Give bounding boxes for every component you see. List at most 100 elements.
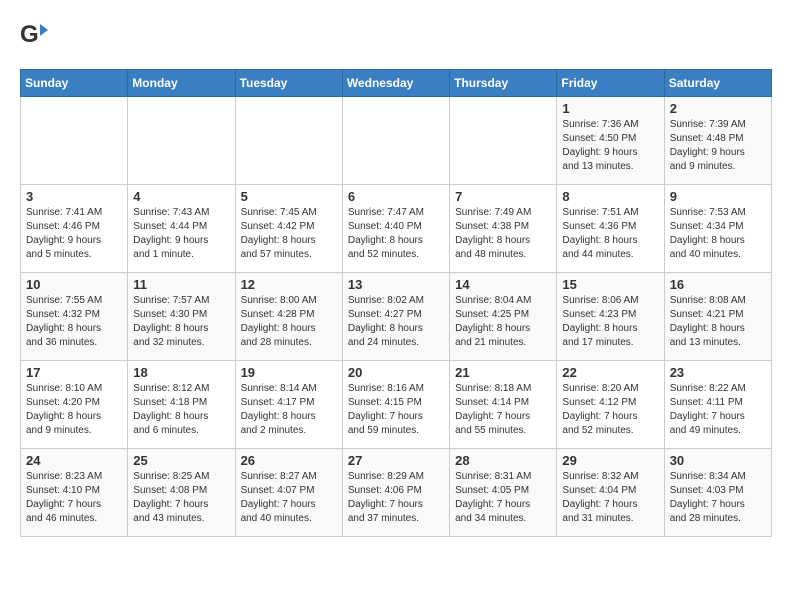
day-detail: Sunrise: 8:08 AMSunset: 4:21 PMDaylight:… xyxy=(670,294,766,350)
calendar-cell: 10 Sunrise: 7:55 AMSunset: 4:32 PMDayligh… xyxy=(21,273,128,361)
day-number: 8 xyxy=(562,189,658,204)
calendar-cell: 8 Sunrise: 7:51 AMSunset: 4:36 PMDaylight… xyxy=(557,185,664,273)
logo-icon: G xyxy=(20,20,48,53)
day-number: 28 xyxy=(455,453,551,468)
day-detail: Sunrise: 8:10 AMSunset: 4:20 PMDaylight:… xyxy=(26,382,122,438)
calendar-cell: 27 Sunrise: 8:29 AMSunset: 4:06 PMDayligh… xyxy=(342,449,449,537)
calendar-cell: 19 Sunrise: 8:14 AMSunset: 4:17 PMDayligh… xyxy=(235,361,342,449)
weekday-header-monday: Monday xyxy=(128,70,235,97)
day-number: 11 xyxy=(133,277,229,292)
calendar-cell: 22Sunrise: 8:20 AMSunset: 4:12 PMDayligh… xyxy=(557,361,664,449)
day-number: 30 xyxy=(670,453,766,468)
calendar-cell xyxy=(21,97,128,185)
day-detail: Sunrise: 8:12 AMSunset: 4:18 PMDaylight:… xyxy=(133,382,229,438)
day-detail: Sunrise: 8:18 AMSunset: 4:14 PMDaylight:… xyxy=(455,382,551,438)
day-number: 16 xyxy=(670,277,766,292)
weekday-header-wednesday: Wednesday xyxy=(342,70,449,97)
weekday-header-sunday: Sunday xyxy=(21,70,128,97)
calendar-cell: 24 Sunrise: 8:23 AMSunset: 4:10 PMDayligh… xyxy=(21,449,128,537)
calendar-cell: 29 Sunrise: 8:32 AMSunset: 4:04 PMDayligh… xyxy=(557,449,664,537)
calendar-cell: 2Sunrise: 7:39 AMSunset: 4:48 PMDaylight… xyxy=(664,97,771,185)
calendar-cell: 4 Sunrise: 7:43 AMSunset: 4:44 PMDaylight… xyxy=(128,185,235,273)
calendar-cell: 1 Sunrise: 7:36 AMSunset: 4:50 PMDaylight… xyxy=(557,97,664,185)
day-number: 6 xyxy=(348,189,444,204)
day-detail: Sunrise: 7:53 AMSunset: 4:34 PMDaylight:… xyxy=(670,206,766,262)
day-detail: Sunrise: 8:29 AMSunset: 4:06 PMDaylight:… xyxy=(348,470,444,526)
day-detail: Sunrise: 7:39 AMSunset: 4:48 PMDaylight:… xyxy=(670,118,766,174)
calendar-cell xyxy=(235,97,342,185)
calendar-cell: 18 Sunrise: 8:12 AMSunset: 4:18 PMDayligh… xyxy=(128,361,235,449)
day-number: 13 xyxy=(348,277,444,292)
day-number: 7 xyxy=(455,189,551,204)
day-detail: Sunrise: 8:22 AMSunset: 4:11 PMDaylight:… xyxy=(670,382,766,438)
day-detail: Sunrise: 8:27 AMSunset: 4:07 PMDaylight:… xyxy=(241,470,337,526)
day-number: 15 xyxy=(562,277,658,292)
day-detail: Sunrise: 7:47 AMSunset: 4:40 PMDaylight:… xyxy=(348,206,444,262)
calendar-cell: 3 Sunrise: 7:41 AMSunset: 4:46 PMDaylight… xyxy=(21,185,128,273)
calendar-cell: 9 Sunrise: 7:53 AMSunset: 4:34 PMDaylight… xyxy=(664,185,771,273)
page-header: G xyxy=(20,20,772,53)
calendar-cell xyxy=(450,97,557,185)
day-detail: Sunrise: 7:36 AMSunset: 4:50 PMDaylight:… xyxy=(562,118,658,174)
calendar-cell: 13 Sunrise: 8:02 AMSunset: 4:27 PMDayligh… xyxy=(342,273,449,361)
day-detail: Sunrise: 7:55 AMSunset: 4:32 PMDaylight:… xyxy=(26,294,122,350)
calendar-cell: 6 Sunrise: 7:47 AMSunset: 4:40 PMDaylight… xyxy=(342,185,449,273)
day-detail: Sunrise: 8:31 AMSunset: 4:05 PMDaylight:… xyxy=(455,470,551,526)
weekday-header-tuesday: Tuesday xyxy=(235,70,342,97)
day-number: 22 xyxy=(562,365,658,380)
calendar-table: SundayMondayTuesdayWednesdayThursdayFrid… xyxy=(20,69,772,537)
calendar-cell: 26Sunrise: 8:27 AMSunset: 4:07 PMDayligh… xyxy=(235,449,342,537)
day-detail: Sunrise: 8:04 AMSunset: 4:25 PMDaylight:… xyxy=(455,294,551,350)
calendar-cell: 12 Sunrise: 8:00 AMSunset: 4:28 PMDayligh… xyxy=(235,273,342,361)
day-number: 5 xyxy=(241,189,337,204)
day-detail: Sunrise: 7:45 AMSunset: 4:42 PMDaylight:… xyxy=(241,206,337,262)
calendar-cell: 21 Sunrise: 8:18 AMSunset: 4:14 PMDayligh… xyxy=(450,361,557,449)
day-detail: Sunrise: 7:43 AMSunset: 4:44 PMDaylight:… xyxy=(133,206,229,262)
day-number: 3 xyxy=(26,189,122,204)
calendar-cell: 11 Sunrise: 7:57 AMSunset: 4:30 PMDayligh… xyxy=(128,273,235,361)
day-number: 12 xyxy=(241,277,337,292)
day-number: 21 xyxy=(455,365,551,380)
calendar-cell: 28 Sunrise: 8:31 AMSunset: 4:05 PMDayligh… xyxy=(450,449,557,537)
day-number: 29 xyxy=(562,453,658,468)
calendar-cell: 16 Sunrise: 8:08 AMSunset: 4:21 PMDayligh… xyxy=(664,273,771,361)
calendar-cell: 17 Sunrise: 8:10 AMSunset: 4:20 PMDayligh… xyxy=(21,361,128,449)
calendar-cell: 25 Sunrise: 8:25 AMSunset: 4:08 PMDayligh… xyxy=(128,449,235,537)
logo: G xyxy=(20,20,52,53)
day-detail: Sunrise: 8:00 AMSunset: 4:28 PMDaylight:… xyxy=(241,294,337,350)
calendar-cell: 15Sunrise: 8:06 AMSunset: 4:23 PMDayligh… xyxy=(557,273,664,361)
day-detail: Sunrise: 7:49 AMSunset: 4:38 PMDaylight:… xyxy=(455,206,551,262)
day-number: 24 xyxy=(26,453,122,468)
day-detail: Sunrise: 8:23 AMSunset: 4:10 PMDaylight:… xyxy=(26,470,122,526)
calendar-cell xyxy=(342,97,449,185)
day-number: 19 xyxy=(241,365,337,380)
weekday-header-friday: Friday xyxy=(557,70,664,97)
day-number: 18 xyxy=(133,365,229,380)
day-detail: Sunrise: 8:14 AMSunset: 4:17 PMDaylight:… xyxy=(241,382,337,438)
day-number: 17 xyxy=(26,365,122,380)
day-number: 1 xyxy=(562,101,658,116)
day-detail: Sunrise: 7:57 AMSunset: 4:30 PMDaylight:… xyxy=(133,294,229,350)
day-number: 20 xyxy=(348,365,444,380)
day-detail: Sunrise: 8:32 AMSunset: 4:04 PMDaylight:… xyxy=(562,470,658,526)
svg-text:G: G xyxy=(20,21,39,48)
calendar-cell: 14Sunrise: 8:04 AMSunset: 4:25 PMDayligh… xyxy=(450,273,557,361)
calendar-cell: 23 Sunrise: 8:22 AMSunset: 4:11 PMDayligh… xyxy=(664,361,771,449)
day-detail: Sunrise: 7:41 AMSunset: 4:46 PMDaylight:… xyxy=(26,206,122,262)
day-number: 23 xyxy=(670,365,766,380)
day-detail: Sunrise: 7:51 AMSunset: 4:36 PMDaylight:… xyxy=(562,206,658,262)
calendar-cell xyxy=(128,97,235,185)
day-detail: Sunrise: 8:02 AMSunset: 4:27 PMDaylight:… xyxy=(348,294,444,350)
day-number: 10 xyxy=(26,277,122,292)
calendar-cell: 20 Sunrise: 8:16 AMSunset: 4:15 PMDayligh… xyxy=(342,361,449,449)
day-number: 9 xyxy=(670,189,766,204)
calendar-cell: 30 Sunrise: 8:34 AMSunset: 4:03 PMDayligh… xyxy=(664,449,771,537)
calendar-cell: 5 Sunrise: 7:45 AMSunset: 4:42 PMDaylight… xyxy=(235,185,342,273)
day-number: 4 xyxy=(133,189,229,204)
weekday-header-thursday: Thursday xyxy=(450,70,557,97)
day-detail: Sunrise: 8:16 AMSunset: 4:15 PMDaylight:… xyxy=(348,382,444,438)
day-detail: Sunrise: 8:34 AMSunset: 4:03 PMDaylight:… xyxy=(670,470,766,526)
day-number: 25 xyxy=(133,453,229,468)
day-number: 27 xyxy=(348,453,444,468)
day-detail: Sunrise: 8:25 AMSunset: 4:08 PMDaylight:… xyxy=(133,470,229,526)
